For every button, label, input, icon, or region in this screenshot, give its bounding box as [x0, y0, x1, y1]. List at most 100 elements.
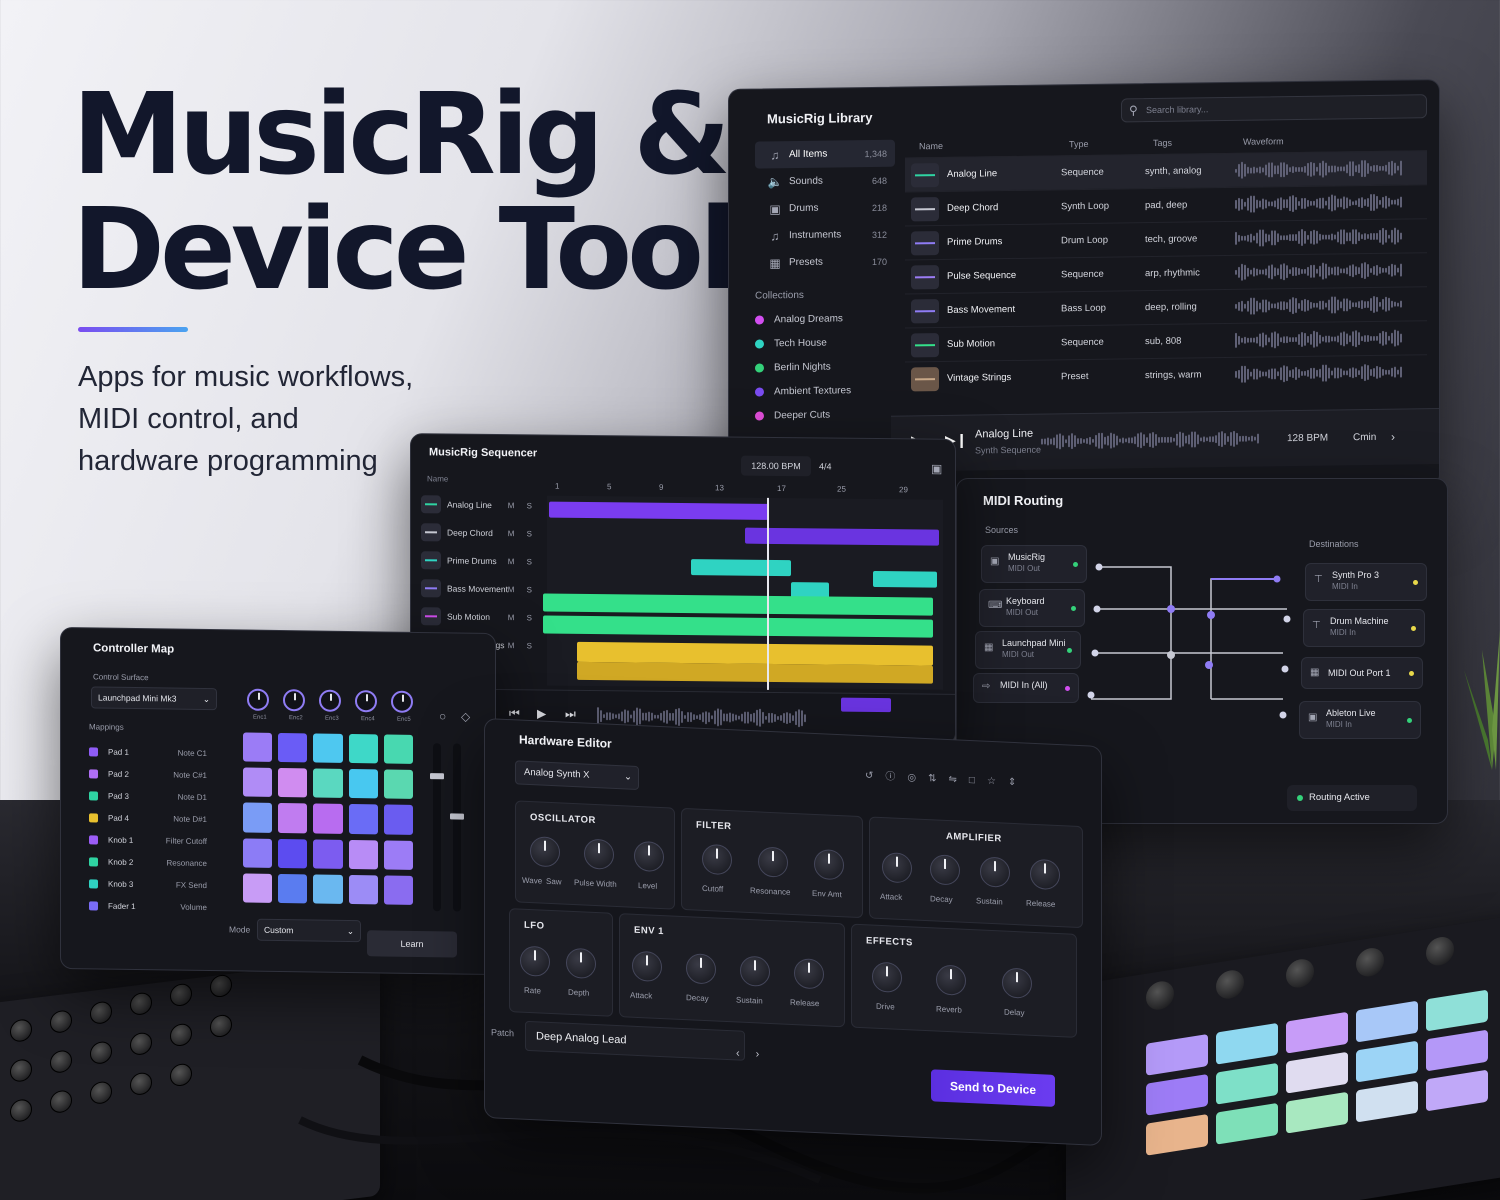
connection-port[interactable] [1093, 605, 1101, 613]
pad[interactable] [383, 769, 413, 800]
connection-port[interactable] [1281, 665, 1289, 673]
pad[interactable] [243, 873, 273, 903]
star-icon[interactable]: ☆ [987, 776, 1008, 788]
chevron-right-icon[interactable]: › [1391, 430, 1395, 444]
knob-sustain[interactable] [740, 955, 770, 987]
collection-tech-house[interactable]: Tech House [755, 330, 895, 356]
pad[interactable] [383, 840, 413, 870]
link-icon[interactable]: ◇ [461, 710, 470, 724]
send-to-device-button[interactable]: Send to Device [931, 1069, 1055, 1107]
encoder-knob[interactable] [355, 690, 377, 713]
column-header-type[interactable]: Type [1069, 138, 1153, 149]
random-icon[interactable]: ⇅ [928, 773, 948, 785]
chevron-left-icon[interactable]: ‹ [736, 1047, 756, 1060]
encoder-knob[interactable] [283, 689, 305, 712]
knob-depth[interactable] [566, 947, 596, 980]
sequencer-timeline[interactable] [543, 495, 943, 690]
mapping-row-fader-1[interactable]: Fader 1 Volume [89, 894, 213, 918]
settings-icon[interactable]: ○ [439, 709, 446, 723]
source-node-launchpad-mini[interactable]: ▦ Launchpad Mini MIDI Out [975, 631, 1081, 669]
mapping-row-pad-3[interactable]: Pad 3 Note D1 [89, 784, 213, 808]
pad[interactable] [383, 875, 413, 905]
knob-attack[interactable] [882, 852, 912, 884]
encoder-knob[interactable] [247, 688, 269, 711]
library-category-presets[interactable]: ▦ Presets 170 [755, 248, 895, 277]
mapping-row-pad-2[interactable]: Pad 2 Note C#1 [89, 762, 213, 786]
knob-attack[interactable] [632, 950, 662, 983]
pad[interactable] [313, 874, 343, 904]
fader-2[interactable] [450, 743, 464, 912]
patch-select[interactable]: Deep Analog Lead ‹› [525, 1020, 775, 1061]
tempo-field[interactable]: 128.00 BPM [741, 455, 811, 477]
mute-solo-buttons[interactable]: M S [508, 557, 537, 566]
pad[interactable] [313, 733, 343, 764]
library-category-sounds[interactable]: 🔈 Sounds 648 [755, 167, 895, 196]
connection-port[interactable] [1087, 691, 1095, 699]
destination-node-midi-out-port-1[interactable]: ▦ MIDI Out Port 1 [1301, 657, 1423, 689]
clip-vintage-strings[interactable] [577, 661, 933, 684]
knob-drive[interactable] [872, 961, 902, 993]
chevron-right-icon[interactable]: › [756, 1048, 776, 1061]
library-category-all-items[interactable]: ♫ All Items 1,348 [755, 139, 895, 169]
mute-solo-buttons[interactable]: M S [508, 613, 537, 622]
resize-icon[interactable]: □ [969, 775, 987, 787]
control-surface-select[interactable]: Launchpad Mini Mk3 ⌄ [91, 686, 217, 711]
play-icon[interactable]: ▶ [537, 706, 546, 720]
learn-button[interactable]: Learn [367, 930, 457, 958]
pad[interactable] [348, 733, 378, 764]
clip-selection[interactable] [841, 697, 891, 713]
knob-resonance[interactable] [758, 846, 788, 878]
connection-port[interactable] [1095, 563, 1103, 571]
column-header-name[interactable]: Name [919, 139, 1069, 151]
mapping-row-knob-3[interactable]: Knob 3 FX Send [89, 872, 213, 896]
globe-icon[interactable]: ◎ [907, 772, 928, 784]
column-header-tags[interactable]: Tags [1153, 137, 1243, 148]
pad[interactable] [278, 803, 308, 834]
knob-decay[interactable] [930, 854, 960, 886]
info-icon[interactable]: ⓘ [885, 771, 907, 783]
pad[interactable] [278, 873, 308, 904]
knob-release[interactable] [794, 958, 824, 990]
playhead[interactable] [767, 497, 769, 690]
undo-icon[interactable]: ↺ [865, 770, 885, 782]
clip-analog-line[interactable] [549, 501, 769, 520]
pad[interactable] [348, 874, 378, 905]
connection-port[interactable] [1273, 575, 1281, 583]
sort-icon[interactable]: ⇕ [1008, 777, 1028, 789]
compare-icon[interactable]: ⇋ [949, 774, 969, 786]
destination-node-ableton-live[interactable]: ▣ Ableton Live MIDI In [1299, 701, 1421, 739]
collection-ambient-textures[interactable]: Ambient Textures [755, 378, 895, 404]
connection-junction[interactable] [1207, 611, 1215, 619]
collection-deeper-cuts[interactable]: Deeper Cuts [755, 402, 895, 428]
knob-cutoff[interactable] [702, 843, 732, 876]
knob-wave[interactable] [530, 836, 560, 868]
connection-junction[interactable] [1167, 651, 1175, 659]
clip-deep-chord[interactable] [745, 527, 939, 546]
pad[interactable] [348, 804, 378, 834]
pad[interactable] [313, 768, 343, 799]
mapping-row-knob-1[interactable]: Knob 1 Filter Cutoff [89, 828, 213, 852]
mode-select[interactable]: Custom ⌄ [257, 918, 361, 943]
source-node-keyboard[interactable]: ⌨ Keyboard MIDI Out [979, 589, 1085, 627]
table-row[interactable]: Vintage Strings Preset strings, warm [905, 354, 1427, 396]
track-row-deep-chord[interactable]: Deep Chord M S [421, 518, 541, 547]
knob-decay[interactable] [686, 953, 716, 985]
clip-prime-drums[interactable] [691, 559, 791, 577]
clip-bass-movement[interactable] [543, 593, 933, 616]
collection-analog-dreams[interactable]: Analog Dreams [755, 306, 895, 332]
mute-solo-buttons[interactable]: M S [508, 501, 537, 510]
expand-icon[interactable]: ▣ [931, 462, 942, 476]
connection-port[interactable] [1091, 649, 1099, 657]
pad[interactable] [278, 768, 308, 798]
knob-sustain[interactable] [980, 856, 1010, 888]
encoder-knob[interactable] [391, 690, 413, 713]
track-row-prime-drums[interactable]: Prime Drums M S [421, 546, 541, 575]
pad[interactable] [383, 804, 413, 835]
track-row-bass-movement[interactable]: Bass Movement M S [421, 574, 541, 603]
knob-pulse-width[interactable] [584, 838, 614, 870]
encoder-knob[interactable] [319, 689, 341, 712]
knob-env-amt[interactable] [814, 848, 844, 881]
pad[interactable] [243, 838, 273, 868]
mute-solo-buttons[interactable]: M S [508, 641, 537, 650]
knob-level[interactable] [634, 840, 664, 873]
